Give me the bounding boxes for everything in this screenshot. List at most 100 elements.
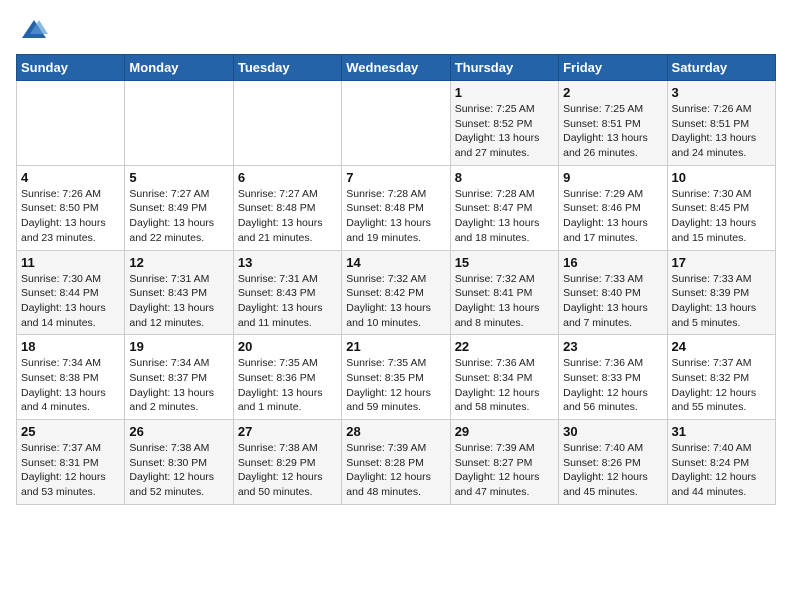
- calendar-week-row: 1 Sunrise: 7:25 AM Sunset: 8:52 PM Daylig…: [17, 81, 776, 166]
- weekday-header-cell: Tuesday: [233, 55, 341, 81]
- calendar-cell: 5 Sunrise: 7:27 AM Sunset: 8:49 PM Daylig…: [125, 165, 233, 250]
- calendar-cell: 13 Sunrise: 7:31 AM Sunset: 8:43 PM Dayli…: [233, 250, 341, 335]
- day-info: Sunrise: 7:32 AM Sunset: 8:42 PM Dayligh…: [346, 272, 445, 331]
- day-number: 9: [563, 170, 662, 185]
- day-info: Sunrise: 7:28 AM Sunset: 8:47 PM Dayligh…: [455, 187, 554, 246]
- day-number: 11: [21, 255, 120, 270]
- day-info: Sunrise: 7:26 AM Sunset: 8:51 PM Dayligh…: [672, 102, 771, 161]
- day-info: Sunrise: 7:37 AM Sunset: 8:31 PM Dayligh…: [21, 441, 120, 500]
- day-info: Sunrise: 7:28 AM Sunset: 8:48 PM Dayligh…: [346, 187, 445, 246]
- calendar-cell: 28 Sunrise: 7:39 AM Sunset: 8:28 PM Dayli…: [342, 420, 450, 505]
- day-number: 20: [238, 339, 337, 354]
- day-number: 27: [238, 424, 337, 439]
- day-number: 8: [455, 170, 554, 185]
- calendar-cell: 6 Sunrise: 7:27 AM Sunset: 8:48 PM Daylig…: [233, 165, 341, 250]
- calendar-week-row: 18 Sunrise: 7:34 AM Sunset: 8:38 PM Dayli…: [17, 335, 776, 420]
- day-info: Sunrise: 7:29 AM Sunset: 8:46 PM Dayligh…: [563, 187, 662, 246]
- weekday-header-cell: Saturday: [667, 55, 775, 81]
- day-number: 18: [21, 339, 120, 354]
- calendar-cell: 12Sunrise: 7:31 AM Sunset: 8:43 PM Dayli…: [125, 250, 233, 335]
- day-number: 25: [21, 424, 120, 439]
- day-number: 28: [346, 424, 445, 439]
- calendar-week-row: 4Sunrise: 7:26 AM Sunset: 8:50 PM Daylig…: [17, 165, 776, 250]
- calendar-cell: 23 Sunrise: 7:36 AM Sunset: 8:33 PM Dayli…: [559, 335, 667, 420]
- calendar-cell: 26 Sunrise: 7:38 AM Sunset: 8:30 PM Dayli…: [125, 420, 233, 505]
- calendar-cell: 21 Sunrise: 7:35 AM Sunset: 8:35 PM Dayli…: [342, 335, 450, 420]
- calendar-cell: 24Sunrise: 7:37 AM Sunset: 8:32 PM Dayli…: [667, 335, 775, 420]
- day-number: 31: [672, 424, 771, 439]
- weekday-header-cell: Sunday: [17, 55, 125, 81]
- day-number: 22: [455, 339, 554, 354]
- day-info: Sunrise: 7:35 AM Sunset: 8:35 PM Dayligh…: [346, 356, 445, 415]
- day-info: Sunrise: 7:34 AM Sunset: 8:38 PM Dayligh…: [21, 356, 120, 415]
- day-number: 7: [346, 170, 445, 185]
- day-info: Sunrise: 7:33 AM Sunset: 8:40 PM Dayligh…: [563, 272, 662, 331]
- calendar-cell: 17 Sunrise: 7:33 AM Sunset: 8:39 PM Dayli…: [667, 250, 775, 335]
- day-number: 24: [672, 339, 771, 354]
- day-info: Sunrise: 7:33 AM Sunset: 8:39 PM Dayligh…: [672, 272, 771, 331]
- day-number: 6: [238, 170, 337, 185]
- weekday-header-cell: Monday: [125, 55, 233, 81]
- calendar-week-row: 25 Sunrise: 7:37 AM Sunset: 8:31 PM Dayli…: [17, 420, 776, 505]
- calendar-cell: [342, 81, 450, 166]
- day-number: 1: [455, 85, 554, 100]
- day-number: 19: [129, 339, 228, 354]
- calendar-cell: 31 Sunrise: 7:40 AM Sunset: 8:24 PM Dayli…: [667, 420, 775, 505]
- calendar-cell: 1 Sunrise: 7:25 AM Sunset: 8:52 PM Daylig…: [450, 81, 558, 166]
- weekday-header-cell: Friday: [559, 55, 667, 81]
- day-info: Sunrise: 7:27 AM Sunset: 8:49 PM Dayligh…: [129, 187, 228, 246]
- weekday-header-cell: Thursday: [450, 55, 558, 81]
- day-info: Sunrise: 7:31 AM Sunset: 8:43 PM Dayligh…: [238, 272, 337, 331]
- calendar-cell: [17, 81, 125, 166]
- calendar-cell: 25 Sunrise: 7:37 AM Sunset: 8:31 PM Dayli…: [17, 420, 125, 505]
- day-info: Sunrise: 7:26 AM Sunset: 8:50 PM Dayligh…: [21, 187, 120, 246]
- day-info: Sunrise: 7:27 AM Sunset: 8:48 PM Dayligh…: [238, 187, 337, 246]
- page-header: [16, 16, 776, 44]
- day-number: 30: [563, 424, 662, 439]
- day-info: Sunrise: 7:40 AM Sunset: 8:24 PM Dayligh…: [672, 441, 771, 500]
- day-number: 17: [672, 255, 771, 270]
- day-info: Sunrise: 7:25 AM Sunset: 8:52 PM Dayligh…: [455, 102, 554, 161]
- day-number: 12: [129, 255, 228, 270]
- day-info: Sunrise: 7:38 AM Sunset: 8:29 PM Dayligh…: [238, 441, 337, 500]
- day-info: Sunrise: 7:30 AM Sunset: 8:44 PM Dayligh…: [21, 272, 120, 331]
- day-number: 5: [129, 170, 228, 185]
- day-info: Sunrise: 7:39 AM Sunset: 8:28 PM Dayligh…: [346, 441, 445, 500]
- day-number: 26: [129, 424, 228, 439]
- day-number: 21: [346, 339, 445, 354]
- day-info: Sunrise: 7:35 AM Sunset: 8:36 PM Dayligh…: [238, 356, 337, 415]
- calendar-cell: 4Sunrise: 7:26 AM Sunset: 8:50 PM Daylig…: [17, 165, 125, 250]
- day-number: 13: [238, 255, 337, 270]
- day-info: Sunrise: 7:39 AM Sunset: 8:27 PM Dayligh…: [455, 441, 554, 500]
- calendar-table: SundayMondayTuesdayWednesdayThursdayFrid…: [16, 54, 776, 505]
- calendar-cell: 3 Sunrise: 7:26 AM Sunset: 8:51 PM Daylig…: [667, 81, 775, 166]
- logo: [16, 16, 48, 44]
- calendar-cell: 8 Sunrise: 7:28 AM Sunset: 8:47 PM Daylig…: [450, 165, 558, 250]
- day-number: 23: [563, 339, 662, 354]
- day-number: 15: [455, 255, 554, 270]
- day-number: 29: [455, 424, 554, 439]
- calendar-cell: [233, 81, 341, 166]
- calendar-cell: [125, 81, 233, 166]
- day-number: 2: [563, 85, 662, 100]
- calendar-cell: 7 Sunrise: 7:28 AM Sunset: 8:48 PM Daylig…: [342, 165, 450, 250]
- day-info: Sunrise: 7:32 AM Sunset: 8:41 PM Dayligh…: [455, 272, 554, 331]
- day-number: 3: [672, 85, 771, 100]
- calendar-cell: 9 Sunrise: 7:29 AM Sunset: 8:46 PM Daylig…: [559, 165, 667, 250]
- calendar-cell: 10Sunrise: 7:30 AM Sunset: 8:45 PM Dayli…: [667, 165, 775, 250]
- calendar-cell: 11 Sunrise: 7:30 AM Sunset: 8:44 PM Dayli…: [17, 250, 125, 335]
- day-number: 16: [563, 255, 662, 270]
- day-info: Sunrise: 7:36 AM Sunset: 8:33 PM Dayligh…: [563, 356, 662, 415]
- calendar-cell: 22Sunrise: 7:36 AM Sunset: 8:34 PM Dayli…: [450, 335, 558, 420]
- calendar-cell: 15 Sunrise: 7:32 AM Sunset: 8:41 PM Dayli…: [450, 250, 558, 335]
- weekday-header-cell: Wednesday: [342, 55, 450, 81]
- calendar-cell: 14Sunrise: 7:32 AM Sunset: 8:42 PM Dayli…: [342, 250, 450, 335]
- day-info: Sunrise: 7:34 AM Sunset: 8:37 PM Dayligh…: [129, 356, 228, 415]
- calendar-week-row: 11 Sunrise: 7:30 AM Sunset: 8:44 PM Dayli…: [17, 250, 776, 335]
- logo-icon: [20, 16, 48, 44]
- day-info: Sunrise: 7:38 AM Sunset: 8:30 PM Dayligh…: [129, 441, 228, 500]
- calendar-cell: 16 Sunrise: 7:33 AM Sunset: 8:40 PM Dayli…: [559, 250, 667, 335]
- calendar-cell: 27 Sunrise: 7:38 AM Sunset: 8:29 PM Dayli…: [233, 420, 341, 505]
- weekday-header-row: SundayMondayTuesdayWednesdayThursdayFrid…: [17, 55, 776, 81]
- calendar-cell: 19 Sunrise: 7:34 AM Sunset: 8:37 PM Dayli…: [125, 335, 233, 420]
